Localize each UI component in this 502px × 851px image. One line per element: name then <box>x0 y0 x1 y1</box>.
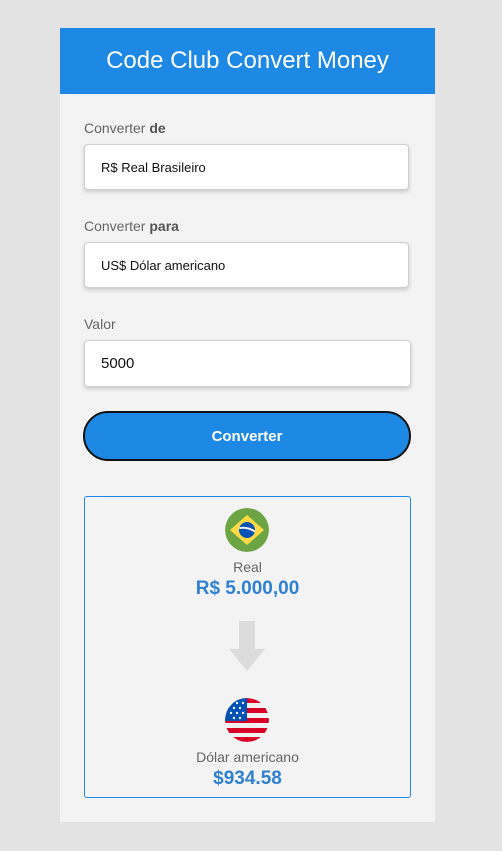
app-header: Code Club Convert Money <box>60 28 435 94</box>
from-currency-value: R$ Real Brasileiro <box>101 159 206 175</box>
from-currency-select[interactable]: R$ Real Brasileiro <box>84 144 409 190</box>
brazil-flag-icon <box>225 508 269 552</box>
converter-card: Code Club Convert Money Converter de R$ … <box>60 28 435 822</box>
to-currency-select[interactable]: US$ Dólar americano <box>84 242 409 288</box>
from-label: Converter de <box>84 120 166 136</box>
amount-label: Valor <box>84 316 116 332</box>
amount-value: 5000 <box>101 355 135 372</box>
to-currency-value: US$ Dólar americano <box>101 257 226 273</box>
from-currency-value-display: R$ 5.000,00 <box>195 578 300 599</box>
from-currency-name: Real <box>233 559 262 575</box>
result-box: Real R$ 5.000,00 Dólar americano $934.58 <box>84 496 411 798</box>
to-currency-value-display: $934.58 <box>213 768 282 789</box>
amount-input[interactable]: 5000 <box>84 340 411 387</box>
usa-flag-icon <box>225 698 269 742</box>
to-currency-name: Dólar americano <box>196 749 299 765</box>
app-title: Code Club Convert Money <box>106 47 389 74</box>
arrow-down-icon <box>229 621 265 678</box>
convert-button[interactable]: Converter <box>83 411 411 461</box>
to-label: Converter para <box>84 218 179 234</box>
